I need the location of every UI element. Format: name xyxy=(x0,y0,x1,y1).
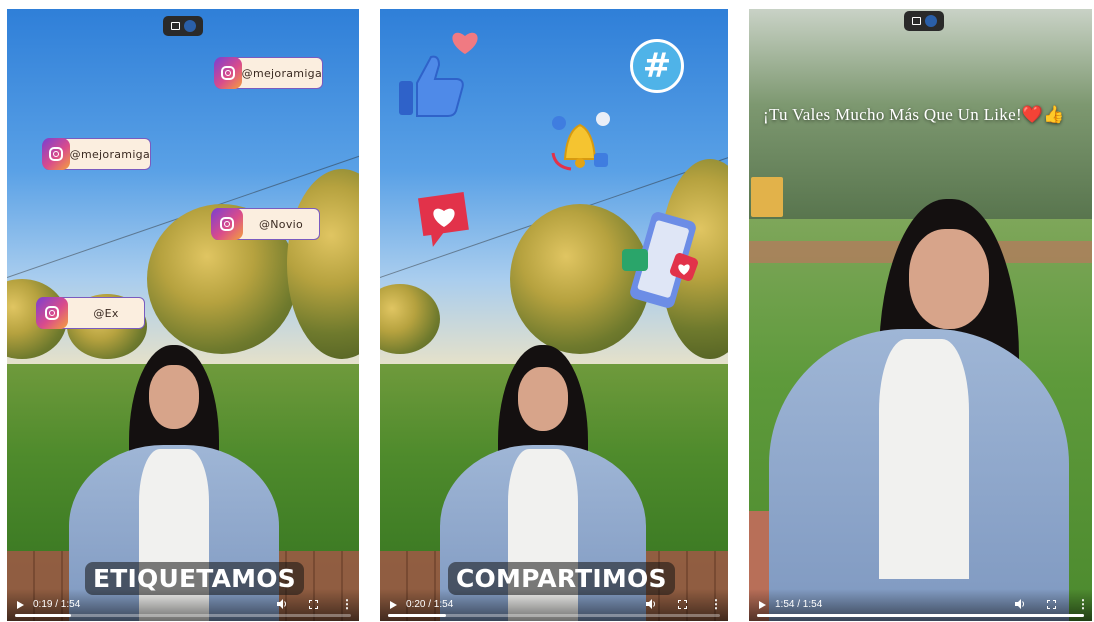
time-display: 0:20 / 1:54 xyxy=(406,599,454,610)
video-panel-2[interactable]: # COMPARTIMOS 0:20 / 1:54 ⋮ xyxy=(380,9,728,621)
instagram-tag: @Ex xyxy=(36,297,145,329)
time-display: 1:54 / 1:54 xyxy=(775,599,823,610)
instagram-icon xyxy=(214,57,242,89)
video-panel-1[interactable]: @mejoramiga @mejoramiga @Novio @Ex ETIQU… xyxy=(7,9,359,621)
bell-icon xyxy=(551,112,610,171)
time-display: 0:19 / 1:54 xyxy=(33,599,81,610)
progress-bar[interactable] xyxy=(15,614,351,617)
instagram-tag: @Novio xyxy=(211,208,320,240)
screen-mode-icon[interactable] xyxy=(163,16,203,36)
play-icon[interactable] xyxy=(390,601,397,609)
phone-like-icon xyxy=(622,212,698,308)
hashtag-icon: # xyxy=(630,39,684,93)
video-panel-3[interactable]: ¡Tu Vales Mucho Más Que Un Like!❤️👍 1:54… xyxy=(749,9,1092,621)
heart-chat-icon xyxy=(418,192,469,247)
volume-icon[interactable] xyxy=(277,599,287,609)
tag-handle: @Novio xyxy=(258,217,304,231)
fullscreen-icon[interactable] xyxy=(678,600,687,609)
instagram-icon xyxy=(36,297,68,329)
tag-handle: @Ex xyxy=(93,306,119,320)
progress-bar[interactable] xyxy=(388,614,720,617)
instagram-icon xyxy=(211,208,243,240)
fullscreen-icon[interactable] xyxy=(1047,600,1056,609)
instagram-tag: @mejoramiga xyxy=(214,57,323,89)
player-controls: 1:54 / 1:54 ⋮ xyxy=(749,589,1092,621)
tag-handle: @mejoramiga xyxy=(69,147,150,161)
heart-icon xyxy=(452,32,478,54)
screen-mode-icon[interactable] xyxy=(904,11,944,31)
thumbs-up-icon xyxy=(399,55,464,117)
progress-fill xyxy=(15,614,71,617)
play-icon[interactable] xyxy=(759,601,766,609)
more-options-icon[interactable]: ⋮ xyxy=(1077,598,1089,610)
more-options-icon[interactable]: ⋮ xyxy=(341,598,353,610)
volume-icon[interactable] xyxy=(646,599,656,609)
more-options-icon[interactable]: ⋮ xyxy=(710,598,722,610)
video-caption: ¡Tu Vales Mucho Más Que Un Like!❤️👍 xyxy=(763,105,1065,124)
fullscreen-icon[interactable] xyxy=(309,600,318,609)
instagram-tag: @mejoramiga xyxy=(42,138,151,170)
instagram-icon xyxy=(42,138,70,170)
play-icon[interactable] xyxy=(17,601,24,609)
person xyxy=(769,199,1069,621)
progress-bar[interactable] xyxy=(757,614,1084,617)
volume-icon[interactable] xyxy=(1015,599,1025,609)
progress-fill xyxy=(757,614,1084,617)
progress-fill xyxy=(388,614,447,617)
player-controls: 0:19 / 1:54 ⋮ xyxy=(7,589,359,621)
tag-handle: @mejoramiga xyxy=(241,66,322,80)
player-controls: 0:20 / 1:54 ⋮ xyxy=(380,589,728,621)
